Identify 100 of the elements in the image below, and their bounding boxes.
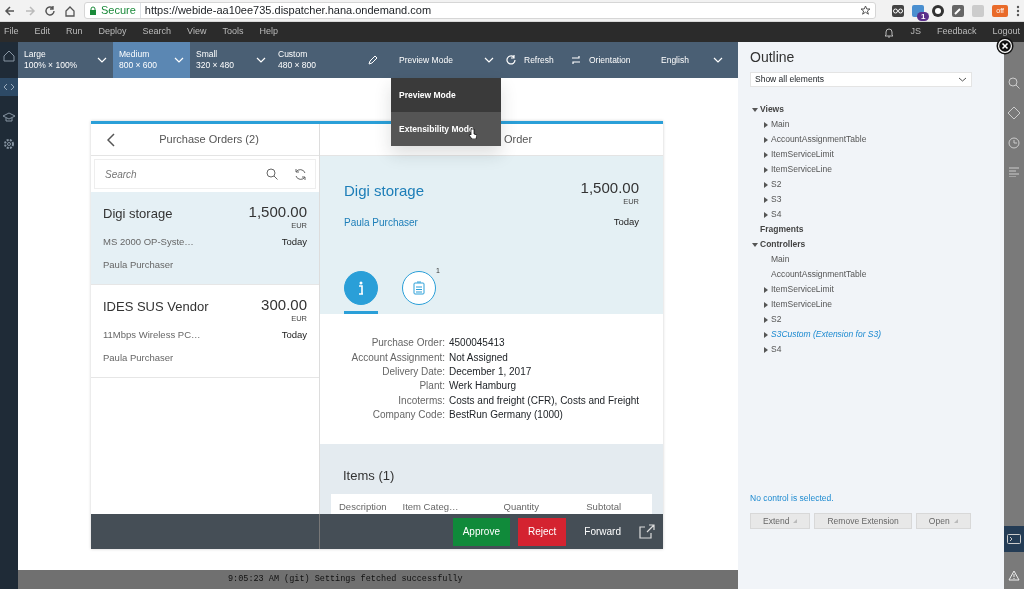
bell-icon[interactable] (884, 26, 895, 38)
menu-item[interactable]: Edit (34, 25, 51, 39)
url-text: https://webide-aa10ee735.dispatcher.hana.ondemand.com (139, 3, 432, 18)
star-icon[interactable] (860, 5, 872, 16)
tree-item[interactable]: Main (750, 252, 992, 267)
tree-item[interactable]: S3Custom (Extension for S3) (750, 327, 992, 342)
menu-option[interactable]: Preview Mode (391, 78, 501, 112)
terminal-icon[interactable] (1007, 534, 1021, 544)
device-button[interactable]: Medium 800 × 600 (113, 42, 190, 78)
back-icon[interactable] (107, 132, 115, 147)
menu-item[interactable]: Tools (222, 25, 244, 39)
field-label: Account Assignment: (350, 350, 445, 365)
collapsed-arrow-icon (764, 196, 768, 203)
glasses-icon[interactable] (892, 4, 905, 17)
expanded-arrow-icon (752, 242, 758, 247)
panel-title: Outline (750, 48, 796, 67)
field-value: Costs and freight (CFR), Costs and Freight (449, 393, 640, 408)
tree-item[interactable]: Main (750, 117, 992, 132)
vendor-name: Digi storage (103, 205, 173, 223)
menu-item[interactable]: View (187, 25, 207, 39)
wrench-icon[interactable] (952, 4, 965, 17)
header-link[interactable]: Logout (992, 25, 1020, 39)
search-icon[interactable] (1008, 77, 1020, 89)
refresh-icon (506, 55, 516, 65)
settings-icon[interactable] (3, 138, 15, 150)
menu-item[interactable]: Run (66, 25, 83, 39)
lock-icon (89, 6, 97, 15)
field-value: 4500045413 (449, 336, 505, 351)
search-icon[interactable] (266, 168, 278, 180)
page-title: Order (504, 132, 533, 148)
tree-item[interactable]: ItemServiceLine (750, 297, 992, 312)
diamond-icon[interactable] (1008, 107, 1020, 119)
collapsed-arrow-icon (764, 211, 768, 218)
search-bar[interactable]: Search (94, 159, 316, 189)
header-link[interactable]: Feedback (936, 25, 977, 39)
requester-link[interactable]: Paula Purchaser (344, 215, 418, 231)
address-bar[interactable]: Secure https://webide-aa10ee735.dispatcher.hana.ondemand.com (84, 2, 877, 19)
code-icon[interactable] (3, 82, 15, 92)
list-title: Purchase Orders (2) (158, 132, 260, 148)
expanded-arrow-icon (752, 107, 758, 112)
close-icon[interactable] (996, 37, 1014, 55)
collapsed-arrow-icon (764, 166, 768, 173)
refresh-icon[interactable] (294, 167, 307, 181)
collapsed-arrow-icon (764, 181, 768, 188)
tree-item[interactable]: S2 (750, 312, 992, 327)
home-icon[interactable] (64, 4, 76, 17)
refresh-button[interactable]: Refresh (500, 42, 565, 78)
tree-item[interactable]: Fragments (750, 222, 992, 237)
object-title: Digi storage (344, 180, 425, 201)
tree-item[interactable]: S2 (750, 177, 992, 192)
home-icon[interactable] (3, 50, 15, 62)
tree-item[interactable]: Views (750, 102, 992, 117)
orientation-button[interactable]: Orientation (565, 42, 655, 78)
date: Today (281, 328, 307, 343)
more-icon[interactable] (1016, 4, 1020, 17)
action-button[interactable]: Reject (517, 517, 567, 546)
reload-icon[interactable] (44, 4, 56, 17)
mode-dropdown[interactable]: Preview Mode (391, 42, 500, 78)
language-dropdown[interactable]: English (655, 42, 727, 78)
menu-item[interactable]: Deploy (98, 25, 127, 39)
tree-item[interactable]: ItemServiceLimit (750, 147, 992, 162)
device-button[interactable]: Small 320 × 480 (190, 42, 272, 78)
icon-tab[interactable] (402, 271, 436, 306)
warning-icon[interactable] (1008, 570, 1020, 581)
collapsed-arrow-icon (764, 346, 768, 353)
back-icon[interactable] (4, 4, 16, 17)
column-header: Subtotal (586, 499, 623, 514)
menu-item[interactable]: Search (142, 25, 172, 39)
tree-item[interactable]: ItemServiceLimit (750, 282, 992, 297)
share-icon[interactable] (639, 524, 655, 540)
tree-item[interactable]: S4 (750, 207, 992, 222)
vendor-name: IDES SUS Vendor (103, 298, 209, 316)
menu-item[interactable]: Help (259, 25, 278, 39)
field-label: Company Code: (371, 407, 445, 422)
collapsed-arrow-icon (764, 316, 768, 323)
field-value: Not Assigned (449, 350, 508, 365)
tree-item[interactable]: ItemServiceLine (750, 162, 992, 177)
tree-item[interactable]: AccountAssignmentTable (750, 267, 992, 282)
search-field[interactable]: Search (103, 165, 250, 183)
caret-icon (712, 57, 723, 63)
collapsed-arrow-icon (764, 301, 768, 308)
tree-item[interactable]: S4 (750, 342, 992, 357)
collapsed-arrow-icon (764, 331, 768, 338)
device-button[interactable]: Custom 480 × 800 (272, 42, 355, 78)
pencil-icon (368, 55, 378, 65)
amount: 300.00 (261, 297, 307, 313)
icon-tab[interactable] (344, 271, 378, 306)
extension-icon[interactable] (912, 4, 925, 17)
action-button[interactable]: Approve (452, 517, 510, 546)
tree-item[interactable]: AccountAssignmentTable (750, 132, 992, 147)
graduation-cap-icon[interactable] (3, 112, 15, 122)
device-button[interactable]: Large 100% × 100% (18, 42, 113, 78)
user-initials[interactable]: JS (910, 25, 921, 39)
action-button[interactable]: Forward (574, 517, 631, 546)
tree-item[interactable]: S3 (750, 192, 992, 207)
menu-item[interactable]: File (4, 25, 19, 39)
filter-dropdown[interactable]: Show all elements (750, 72, 972, 87)
amount: 1,500.00 (580, 179, 639, 196)
tree-item[interactable]: Controllers (750, 237, 992, 252)
extension-icon[interactable] (932, 4, 945, 17)
